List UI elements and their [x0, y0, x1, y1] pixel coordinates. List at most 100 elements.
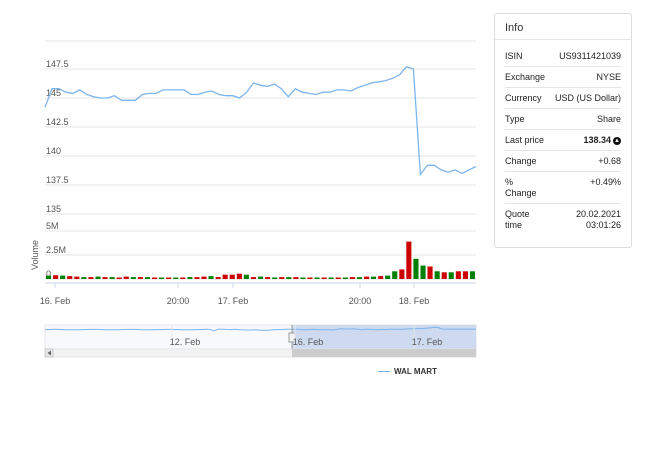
volume-tick-label: 2.5M [46, 245, 66, 255]
info-value: USD (US Dollar) [554, 93, 621, 103]
volume-bar [60, 275, 66, 279]
volume-bar [441, 272, 447, 279]
info-key: % Change [505, 177, 537, 198]
volume-bar [392, 271, 398, 279]
volume-bar [314, 277, 320, 279]
volume-bar [173, 277, 179, 279]
info-key: Change [505, 156, 537, 166]
volume-bar [413, 258, 419, 279]
info-key: Exchange [505, 72, 546, 82]
volume-bar [293, 277, 299, 279]
volume-bar [222, 274, 228, 279]
volume-bar [46, 275, 52, 279]
volume-bar [399, 269, 405, 279]
volume-bar [159, 277, 165, 279]
volume-bar [152, 277, 158, 279]
volume-bar [81, 277, 87, 279]
arrow-up-circle-icon: ▲ [613, 136, 621, 145]
info-value: 20.02.2021 03:01:26 [575, 209, 621, 230]
volume-bar [321, 277, 327, 279]
info-key: Currency [505, 93, 542, 103]
x-tick-label: 20:00 [349, 296, 372, 306]
price-line [44, 65, 477, 177]
info-row-quote-time: Quote time 20.02.2021 03:01:26 [505, 204, 621, 235]
volume-bar [180, 277, 186, 279]
navigator-tick-label: 17. Feb [412, 337, 443, 347]
info-row-last-price: Last price 138.34 ▲ [505, 130, 621, 151]
volume-bar [95, 276, 101, 279]
volume-bar [208, 276, 214, 279]
info-row-type: Type Share [505, 109, 621, 130]
volume-bar [364, 276, 370, 279]
volume-bar [137, 277, 143, 279]
volume-bar [67, 276, 73, 279]
x-tick-label: 20:00 [167, 296, 190, 306]
info-key: ISIN [505, 51, 523, 61]
volume-bar [250, 277, 256, 279]
info-row-change: Change +0.68 [505, 151, 621, 172]
y-tick-label: 142.5 [46, 117, 69, 127]
volume-bar [455, 271, 461, 279]
y-tick-label: 147.5 [46, 59, 69, 69]
volume-bar [279, 277, 285, 279]
navigator-tick-label: 12. Feb [170, 337, 201, 347]
info-value: US9311421039 [559, 51, 621, 61]
info-table: ISIN US9311421039 Exchange NYSE Currency… [505, 46, 621, 235]
volume-bar [116, 277, 122, 279]
info-value: 138.34 [583, 135, 611, 145]
volume-bar [194, 277, 200, 279]
info-value: +0.68 [598, 156, 621, 166]
volume-bar [215, 277, 221, 279]
info-key: Type [505, 114, 525, 124]
volume-bar [229, 274, 235, 279]
volume-bar [53, 275, 59, 279]
volume-bar [371, 276, 377, 279]
volume-bar [335, 277, 341, 279]
x-tick-label: 17. Feb [218, 296, 249, 306]
volume-bar [378, 276, 384, 279]
x-tick-label: 16. Feb [40, 296, 71, 306]
volume-bar [88, 277, 94, 279]
volume-bar [300, 277, 306, 279]
volume-bar [342, 277, 348, 279]
info-value: Share [596, 114, 621, 124]
legend[interactable]: WAL MART [378, 367, 437, 376]
info-panel: Info ISIN US9311421039 Exchange NYSE Cur… [494, 13, 632, 248]
volume-bar [102, 277, 108, 279]
volume-bar [462, 271, 468, 279]
info-title: Info [495, 14, 631, 40]
volume-axis-label: Volume [30, 240, 40, 270]
info-row-currency: Currency USD (US Dollar) [505, 88, 621, 109]
legend-label: WAL MART [394, 367, 437, 376]
volume-bar [236, 273, 242, 279]
y-tick-label: 140 [46, 146, 61, 156]
volume-bar [356, 277, 362, 279]
volume-bar [434, 271, 440, 279]
x-tick-label: 18. Feb [399, 296, 430, 306]
volume-tick-label: 5M [46, 221, 59, 231]
info-key: Last price [505, 135, 545, 145]
info-row-exchange: Exchange NYSE [505, 67, 621, 88]
volume-bar [144, 277, 150, 279]
info-value: +0.49% [590, 177, 621, 187]
info-row-isin: ISIN US9311421039 [505, 46, 621, 67]
volume-bar [166, 277, 172, 279]
info-value: NYSE [596, 72, 621, 82]
volume-bar [109, 277, 115, 279]
chart-svg: 147.5145142.5140137.51355M2.5M0Volume16.… [30, 40, 477, 358]
volume-bar [349, 277, 355, 279]
y-tick-label: 145 [46, 88, 61, 98]
volume-bar [427, 266, 433, 279]
volume-bar [385, 275, 391, 279]
volume-bar [272, 277, 278, 279]
scrollbar-thumb[interactable] [292, 349, 476, 357]
volume-bar [187, 277, 193, 279]
volume-bar [265, 277, 271, 279]
volume-bar [130, 277, 136, 279]
volume-bar [307, 277, 313, 279]
volume-bar [74, 276, 80, 279]
volume-bar [201, 276, 207, 279]
y-tick-label: 137.5 [46, 175, 69, 185]
volume-bar [123, 276, 129, 279]
y-tick-label: 135 [46, 204, 61, 214]
